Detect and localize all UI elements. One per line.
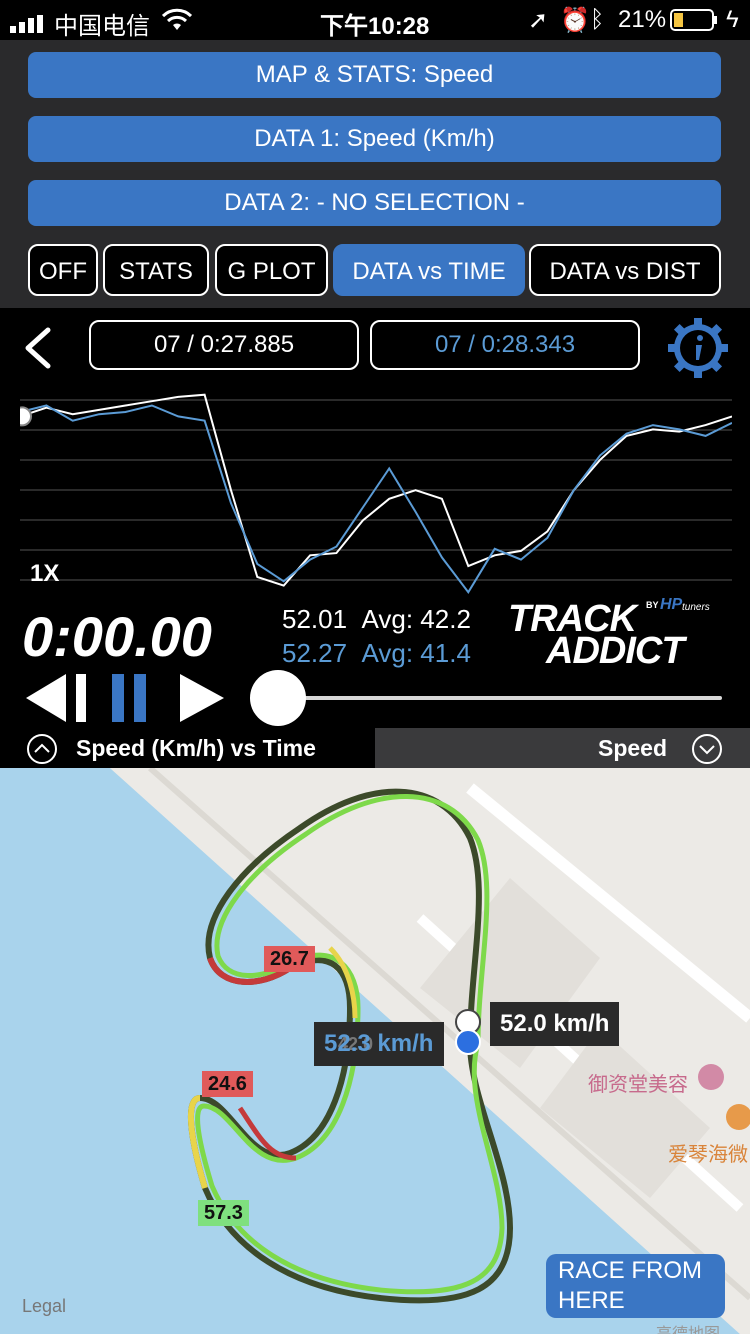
series-line-lap-b [20, 404, 732, 594]
lap-b-box[interactable]: 07 / 0:28.343 [370, 320, 640, 370]
zoom-label[interactable]: 1X [30, 560, 59, 588]
map-watermark: 高德地图 [656, 1320, 720, 1334]
bluetooth-icon: ᛒ [590, 6, 605, 33]
pause-icon [112, 674, 146, 722]
info-gear-icon [668, 318, 728, 378]
lap-a-stat: 52.01 Avg: 42.2 [282, 604, 471, 635]
speed-marker-3[interactable]: 57.3 [198, 1200, 249, 1226]
data1-button[interactable]: DATA 1: Speed (Km/h) [28, 116, 721, 162]
plot-cursor[interactable] [20, 406, 32, 427]
clock: 下午10:28 [320, 13, 430, 40]
speed-callout-blue-value: 52.3 km/h [324, 1030, 434, 1057]
map-stats-button[interactable]: MAP & STATS: Speed [28, 52, 721, 98]
carrier-label: 中国电信 [54, 13, 150, 40]
lap-a-value: 52.01 [282, 604, 348, 634]
status-bar: 中国电信 下午10:28 ➚ ⏰ ᛒ 21% ϟ [0, 0, 750, 40]
beauty-poi-icon [698, 1064, 724, 1090]
chart-area: 07 / 0:27.885 07 / 0:28.343 1X 0:00.00 5… [0, 308, 750, 728]
lap-b-stat: 52.27 Avg: 41.4 [282, 638, 471, 669]
lap-a-box[interactable]: 07 / 0:27.885 [89, 320, 359, 370]
alarm-icon: ⏰ [560, 7, 590, 34]
lap-b-avg: Avg: 41.4 [361, 638, 471, 668]
chevron-down-circle-icon [692, 734, 722, 764]
data2-button[interactable]: DATA 2: - NO SELECTION - [28, 180, 721, 226]
poi-label-2: 爱琴海微 [668, 1144, 748, 1166]
track-addict-logo: TRACK BY HP tuners ADDICT [508, 594, 718, 672]
speed-marker-1[interactable]: 26.7 [264, 946, 315, 972]
speed-callout-blue: 42.0 52.3 km/h [314, 1022, 444, 1066]
play-button[interactable] [176, 670, 228, 731]
playback-slider[interactable] [250, 668, 722, 728]
play-icon [180, 674, 224, 722]
chart-title-label: Speed (Km/h) vs Time [76, 735, 316, 761]
race-from-here-button[interactable]: RACE FROM HERE [546, 1254, 725, 1318]
speed-marker-2[interactable]: 24.6 [202, 1071, 253, 1097]
skip-back-icon [26, 674, 86, 722]
logo-hp: HP [660, 596, 683, 613]
wifi-icon [161, 8, 193, 39]
chart-selector-left[interactable]: Speed (Km/h) vs Time [0, 728, 375, 768]
logo-addict: ADDICT [546, 630, 685, 672]
charging-icon: ϟ [726, 6, 739, 33]
segment-g-plot[interactable]: G PLOT [215, 244, 328, 296]
info-gear-button[interactable] [666, 316, 730, 385]
signal-icon [10, 12, 46, 40]
chart-selector-bar: Speed (Km/h) vs Time Speed [0, 728, 750, 768]
lap-b-value: 52.27 [282, 638, 348, 668]
segment-off[interactable]: OFF [28, 244, 98, 296]
poi-label-1: 御资堂美容 [588, 1074, 688, 1096]
pause-button[interactable] [110, 670, 150, 731]
chart-selector-right[interactable]: Speed [375, 728, 750, 768]
chevron-left-icon [25, 327, 51, 369]
battery-percent: 21% [618, 6, 667, 33]
map-metric-label: Speed [598, 735, 668, 761]
logo-by: BY [646, 600, 659, 610]
chevron-up-circle-icon [27, 734, 57, 764]
lap-a-avg: Avg: 42.2 [361, 604, 471, 634]
slider-thumb[interactable] [250, 670, 306, 726]
speed-time-plot[interactable] [20, 378, 732, 608]
slider-track [250, 696, 722, 700]
logo-tuners: tuners [682, 602, 710, 613]
segment-stats[interactable]: STATS [103, 244, 209, 296]
battery-icon [670, 9, 720, 38]
cafe-poi-icon [726, 1104, 750, 1130]
prev-button[interactable] [22, 670, 92, 731]
back-button[interactable] [20, 326, 56, 375]
segment-data-vs-time[interactable]: DATA vs TIME [333, 244, 525, 296]
legal-link[interactable]: Legal [22, 1296, 66, 1317]
segment-data-vs-dist[interactable]: DATA vs DIST [529, 244, 721, 296]
location-icon: ➚ [528, 7, 549, 34]
timer: 0:00.00 [22, 605, 212, 668]
car-marker-blue[interactable] [455, 1029, 481, 1055]
speed-callout-white: 52.0 km/h [490, 1002, 620, 1046]
track-map[interactable]: 26.7 24.6 57.3 52.0 km/h 42.0 52.3 km/h … [0, 768, 750, 1334]
